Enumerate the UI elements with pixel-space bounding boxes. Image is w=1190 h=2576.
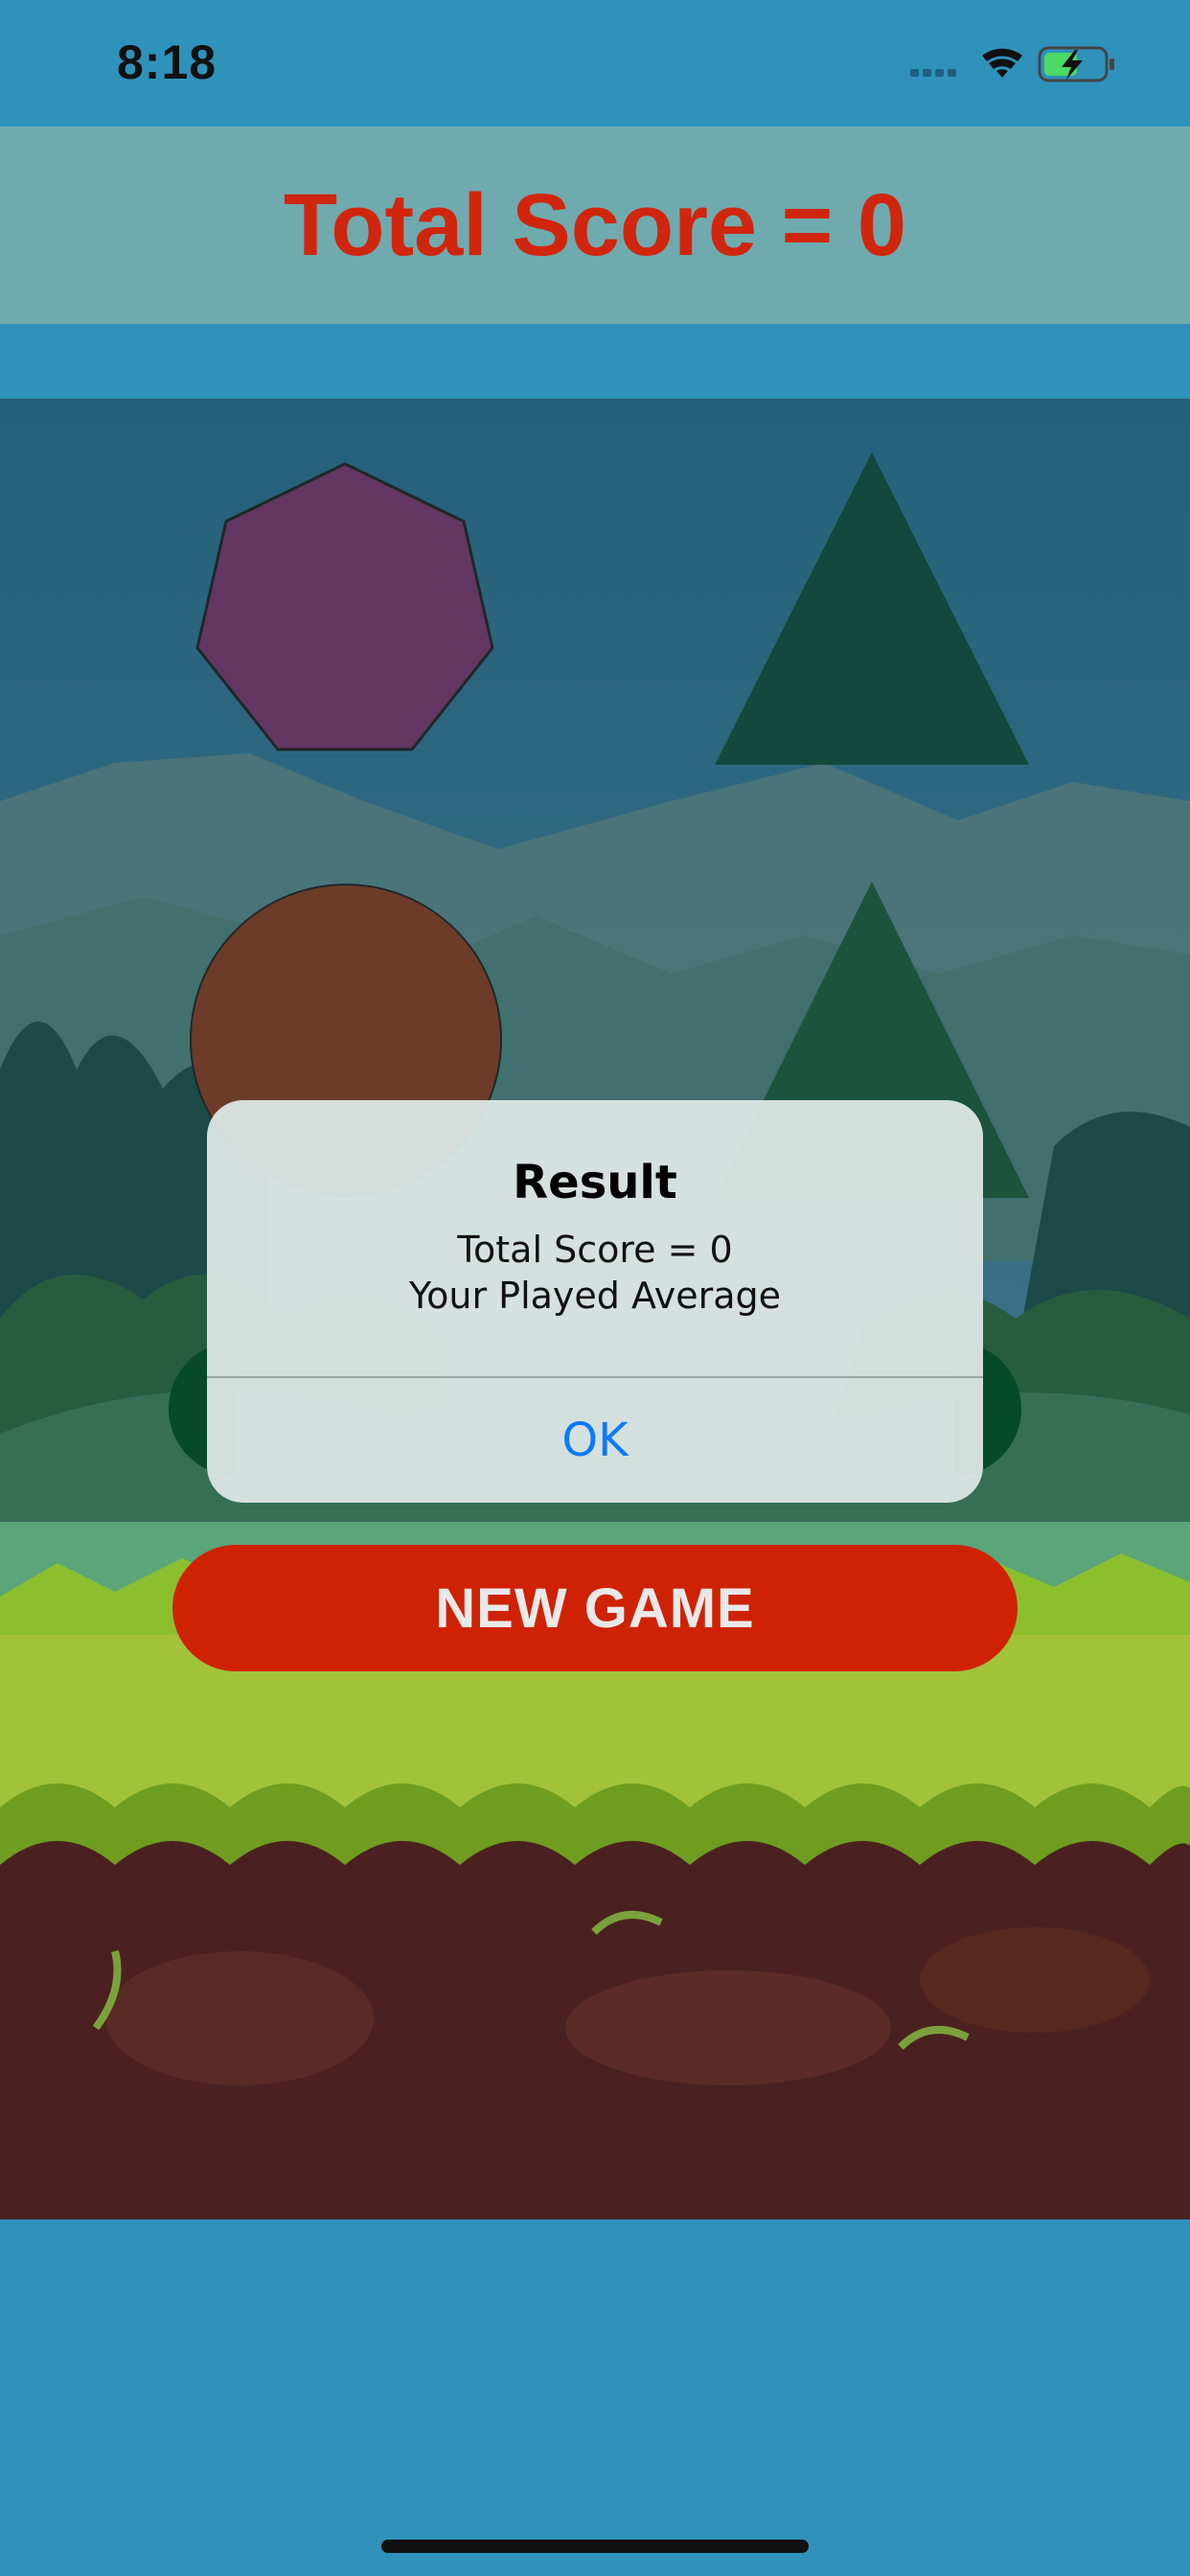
alert-ok-button[interactable]: OK <box>207 1378 983 1503</box>
status-bar: 8:18 <box>0 0 1190 125</box>
alert-message: Total Score = 0 Your Played Average <box>207 1227 983 1319</box>
battery-charging-icon <box>1038 46 1114 82</box>
alert-message-score: Total Score = 0 <box>457 1229 733 1271</box>
result-alert: Result Total Score = 0 Your Played Avera… <box>207 1100 983 1503</box>
status-time: 8:18 <box>117 35 217 89</box>
cellular-signal-icon <box>910 69 956 77</box>
wifi-icon <box>982 48 1022 78</box>
total-score-title: Total Score = 0 <box>283 175 907 274</box>
alert-title: Result <box>513 1156 677 1209</box>
home-indicator[interactable] <box>381 2540 809 2553</box>
status-icons <box>910 46 1114 82</box>
header-strip <box>0 324 1190 399</box>
new-game-button[interactable]: NEW GAME <box>172 1545 1018 1671</box>
score-banner: Total Score = 0 <box>0 126 1190 324</box>
bottom-area <box>0 2220 1190 2576</box>
alert-message-average: Your Played Average <box>408 1275 782 1317</box>
